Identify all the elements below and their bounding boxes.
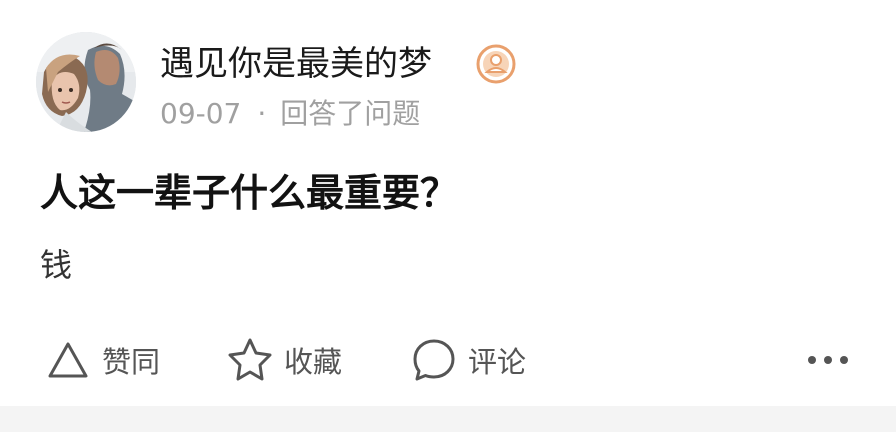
star-icon [226,336,274,384]
avatar[interactable] [36,32,136,132]
post-meta: 09-07 · 回答了问题 [160,94,420,134]
action-bar: 赞同 收藏 评论 [0,330,896,390]
meta-separator: · [257,97,267,130]
comment-label: 评论 [468,345,527,379]
upvote-label: 赞同 [102,345,161,379]
answer-card[interactable]: 遇见你是最美的梦 09-07 · 回答了问题 人这一辈子什么最重要？ 钱 赞同 [0,0,896,406]
author-name[interactable]: 遇见你是最美的梦 [160,40,432,88]
question-title[interactable]: 人这一辈子什么最重要？ [40,165,458,221]
more-dots-icon [808,356,848,364]
favorite-button[interactable]: 收藏 [226,330,342,390]
avatar-image [36,32,136,132]
post-date: 09-07 [160,97,242,130]
post-action-text: 回答了问题 [280,97,421,130]
answer-text[interactable]: 钱 [40,242,72,288]
comment-bubble-icon [410,336,458,384]
more-options-button[interactable] [800,338,856,382]
upvote-button[interactable]: 赞同 [44,330,160,390]
upvote-triangle-icon [44,336,92,384]
favorite-label: 收藏 [284,345,343,379]
comment-button[interactable]: 评论 [410,330,526,390]
user-badge-icon[interactable] [476,44,516,84]
